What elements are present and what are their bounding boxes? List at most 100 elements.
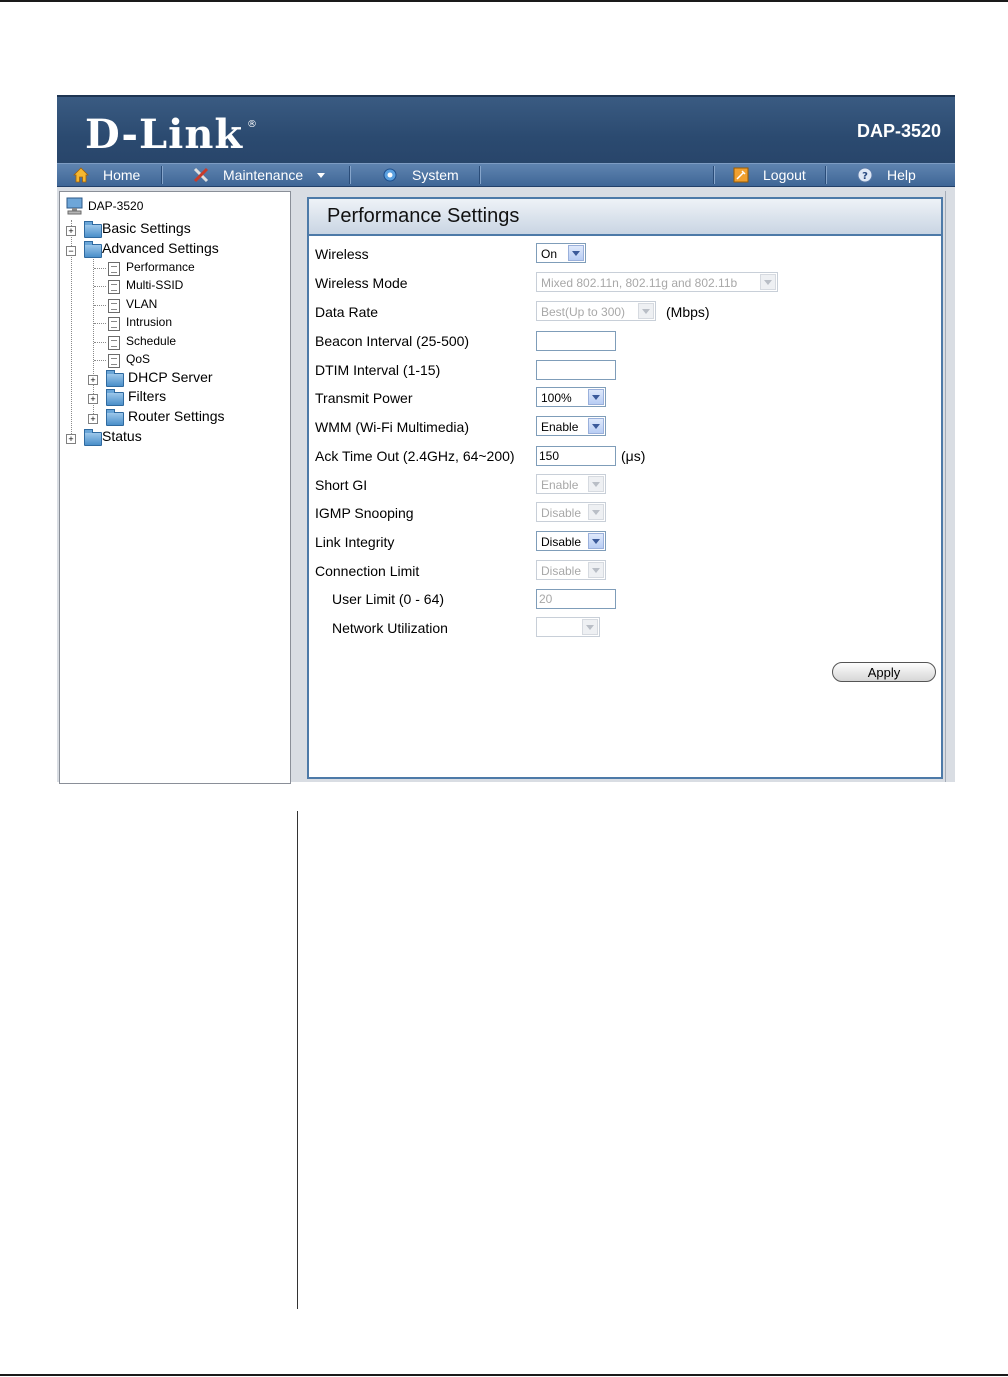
dropdown-arrow-icon	[760, 274, 776, 290]
tree-filters[interactable]: Filters	[128, 388, 166, 404]
beacon-interval-input[interactable]	[536, 331, 616, 351]
igmp-snooping-value: Disable	[541, 506, 582, 520]
apply-button[interactable]: Apply	[832, 662, 936, 682]
ack-timeout-input[interactable]	[536, 446, 616, 466]
system-icon	[382, 167, 398, 183]
dropdown-arrow-icon	[588, 504, 604, 520]
ack-timeout-label: Ack Time Out (2.4GHz, 64~200)	[315, 448, 515, 464]
dropdown-arrow-icon	[588, 418, 604, 434]
row-short-gi: Short GI Enable	[315, 474, 935, 496]
top-rule	[0, 0, 1008, 2]
wireless-label: Wireless	[315, 246, 369, 262]
row-dtim-interval: DTIM Interval (1-15)	[315, 359, 935, 381]
link-integrity-value: Disable	[541, 535, 582, 549]
page-icon	[108, 317, 120, 331]
tree-dhcp-server[interactable]: DHCP Server	[128, 369, 213, 385]
folder-icon	[84, 429, 102, 446]
page-icon	[108, 280, 120, 294]
dropdown-arrow-icon	[588, 533, 604, 549]
screenshot-window: D-Link ® DAP-3520 Home Maintenance Syste…	[57, 95, 955, 784]
network-utilization-select[interactable]	[536, 617, 600, 637]
tree-status[interactable]: Status	[102, 428, 142, 444]
tree-branch	[94, 342, 106, 343]
row-igmp-snooping: IGMP Snooping Disable	[315, 502, 935, 524]
tree-basic-settings[interactable]: Basic Settings	[102, 220, 191, 236]
data-rate-value: Best(Up to 300)	[541, 305, 626, 319]
user-limit-input[interactable]	[536, 589, 616, 609]
igmp-snooping-select[interactable]: Disable	[536, 502, 606, 522]
row-wmm: WMM (Wi-Fi Multimedia) Enable	[315, 416, 935, 438]
tree-branch	[94, 323, 106, 324]
dropdown-arrow-icon	[582, 619, 598, 635]
wmm-select[interactable]: Enable	[536, 416, 606, 436]
wireless-mode-select[interactable]: Mixed 802.11n, 802.11g and 802.11b	[536, 272, 778, 292]
tree-schedule[interactable]: Schedule	[126, 334, 176, 348]
link-integrity-label: Link Integrity	[315, 534, 395, 550]
menu-logout[interactable]: Logout	[733, 164, 806, 186]
row-transmit-power: Transmit Power 100%	[315, 387, 935, 409]
expand-basic-settings[interactable]: +	[66, 226, 76, 236]
beacon-interval-label: Beacon Interval (25-500)	[315, 333, 470, 349]
menu-separator	[713, 166, 715, 184]
expand-filters[interactable]: +	[88, 394, 98, 404]
computer-icon	[66, 197, 84, 220]
header-banner: D-Link ® DAP-3520	[57, 95, 955, 165]
home-icon	[73, 167, 89, 183]
expand-dhcp-server[interactable]: +	[88, 375, 98, 385]
connection-limit-select[interactable]: Disable	[536, 560, 606, 580]
menu-system[interactable]: System	[382, 164, 459, 186]
dropdown-arrow-icon	[588, 476, 604, 492]
page-icon	[108, 354, 120, 368]
tree-branch	[94, 268, 106, 269]
menu-system-label: System	[412, 167, 459, 183]
menu-separator	[161, 166, 163, 184]
bottom-rule	[0, 1374, 1008, 1376]
short-gi-select[interactable]: Enable	[536, 474, 606, 494]
row-wireless: Wireless On	[315, 243, 935, 265]
network-utilization-label: Network Utilization	[332, 620, 448, 636]
wireless-select[interactable]: On	[536, 243, 586, 263]
expand-router-settings[interactable]: +	[88, 414, 98, 424]
row-ack-timeout: Ack Time Out (2.4GHz, 64~200) (μs)	[315, 445, 935, 467]
page-icon	[108, 299, 120, 313]
menu-home-label: Home	[103, 167, 141, 183]
registered-mark: ®	[247, 119, 257, 130]
row-connection-limit: Connection Limit Disable	[315, 560, 935, 582]
wireless-mode-label: Wireless Mode	[315, 275, 408, 291]
logout-key-icon	[733, 167, 749, 183]
document-divider	[297, 811, 298, 1309]
short-gi-value: Enable	[541, 478, 579, 492]
menu-separator	[349, 166, 351, 184]
connection-limit-label: Connection Limit	[315, 563, 420, 579]
menu-maintenance[interactable]: Maintenance	[193, 164, 326, 186]
menu-separator	[825, 166, 827, 184]
page-icon	[108, 336, 120, 350]
row-data-rate: Data Rate Best(Up to 300) (Mbps)	[315, 301, 935, 323]
menu-maintenance-label: Maintenance	[223, 167, 304, 183]
tree-root-label: DAP-3520	[88, 199, 144, 213]
transmit-power-select[interactable]: 100%	[536, 387, 606, 407]
ack-timeout-unit: (μs)	[621, 448, 646, 464]
menu-help[interactable]: ? Help	[857, 164, 916, 186]
collapse-advanced-settings[interactable]: −	[66, 246, 76, 256]
tree-vlan[interactable]: VLAN	[126, 297, 157, 311]
link-integrity-select[interactable]: Disable	[536, 531, 606, 551]
svg-text:?: ?	[862, 171, 868, 182]
dtim-interval-input[interactable]	[536, 360, 616, 380]
navigation-tree: DAP-3520 + Basic Settings − Advanced Set…	[59, 191, 291, 784]
tree-branch	[94, 286, 106, 287]
data-rate-select[interactable]: Best(Up to 300)	[536, 301, 656, 321]
menu-help-label: Help	[887, 167, 916, 183]
data-rate-label: Data Rate	[315, 304, 379, 320]
tree-router-settings[interactable]: Router Settings	[128, 408, 225, 424]
dlink-logo: D-Link	[85, 111, 244, 158]
tree-qos[interactable]: QoS	[126, 352, 150, 366]
tree-performance[interactable]: Performance	[126, 260, 195, 274]
tree-advanced-settings[interactable]: Advanced Settings	[102, 240, 219, 256]
tools-icon	[193, 167, 209, 183]
tree-multi-ssid[interactable]: Multi-SSID	[126, 278, 183, 292]
expand-status[interactable]: +	[66, 434, 76, 444]
menu-home[interactable]: Home	[73, 164, 140, 186]
tree-intrusion[interactable]: Intrusion	[126, 315, 172, 329]
performance-settings-panel: Performance Settings Wireless On Wireles…	[307, 197, 943, 779]
